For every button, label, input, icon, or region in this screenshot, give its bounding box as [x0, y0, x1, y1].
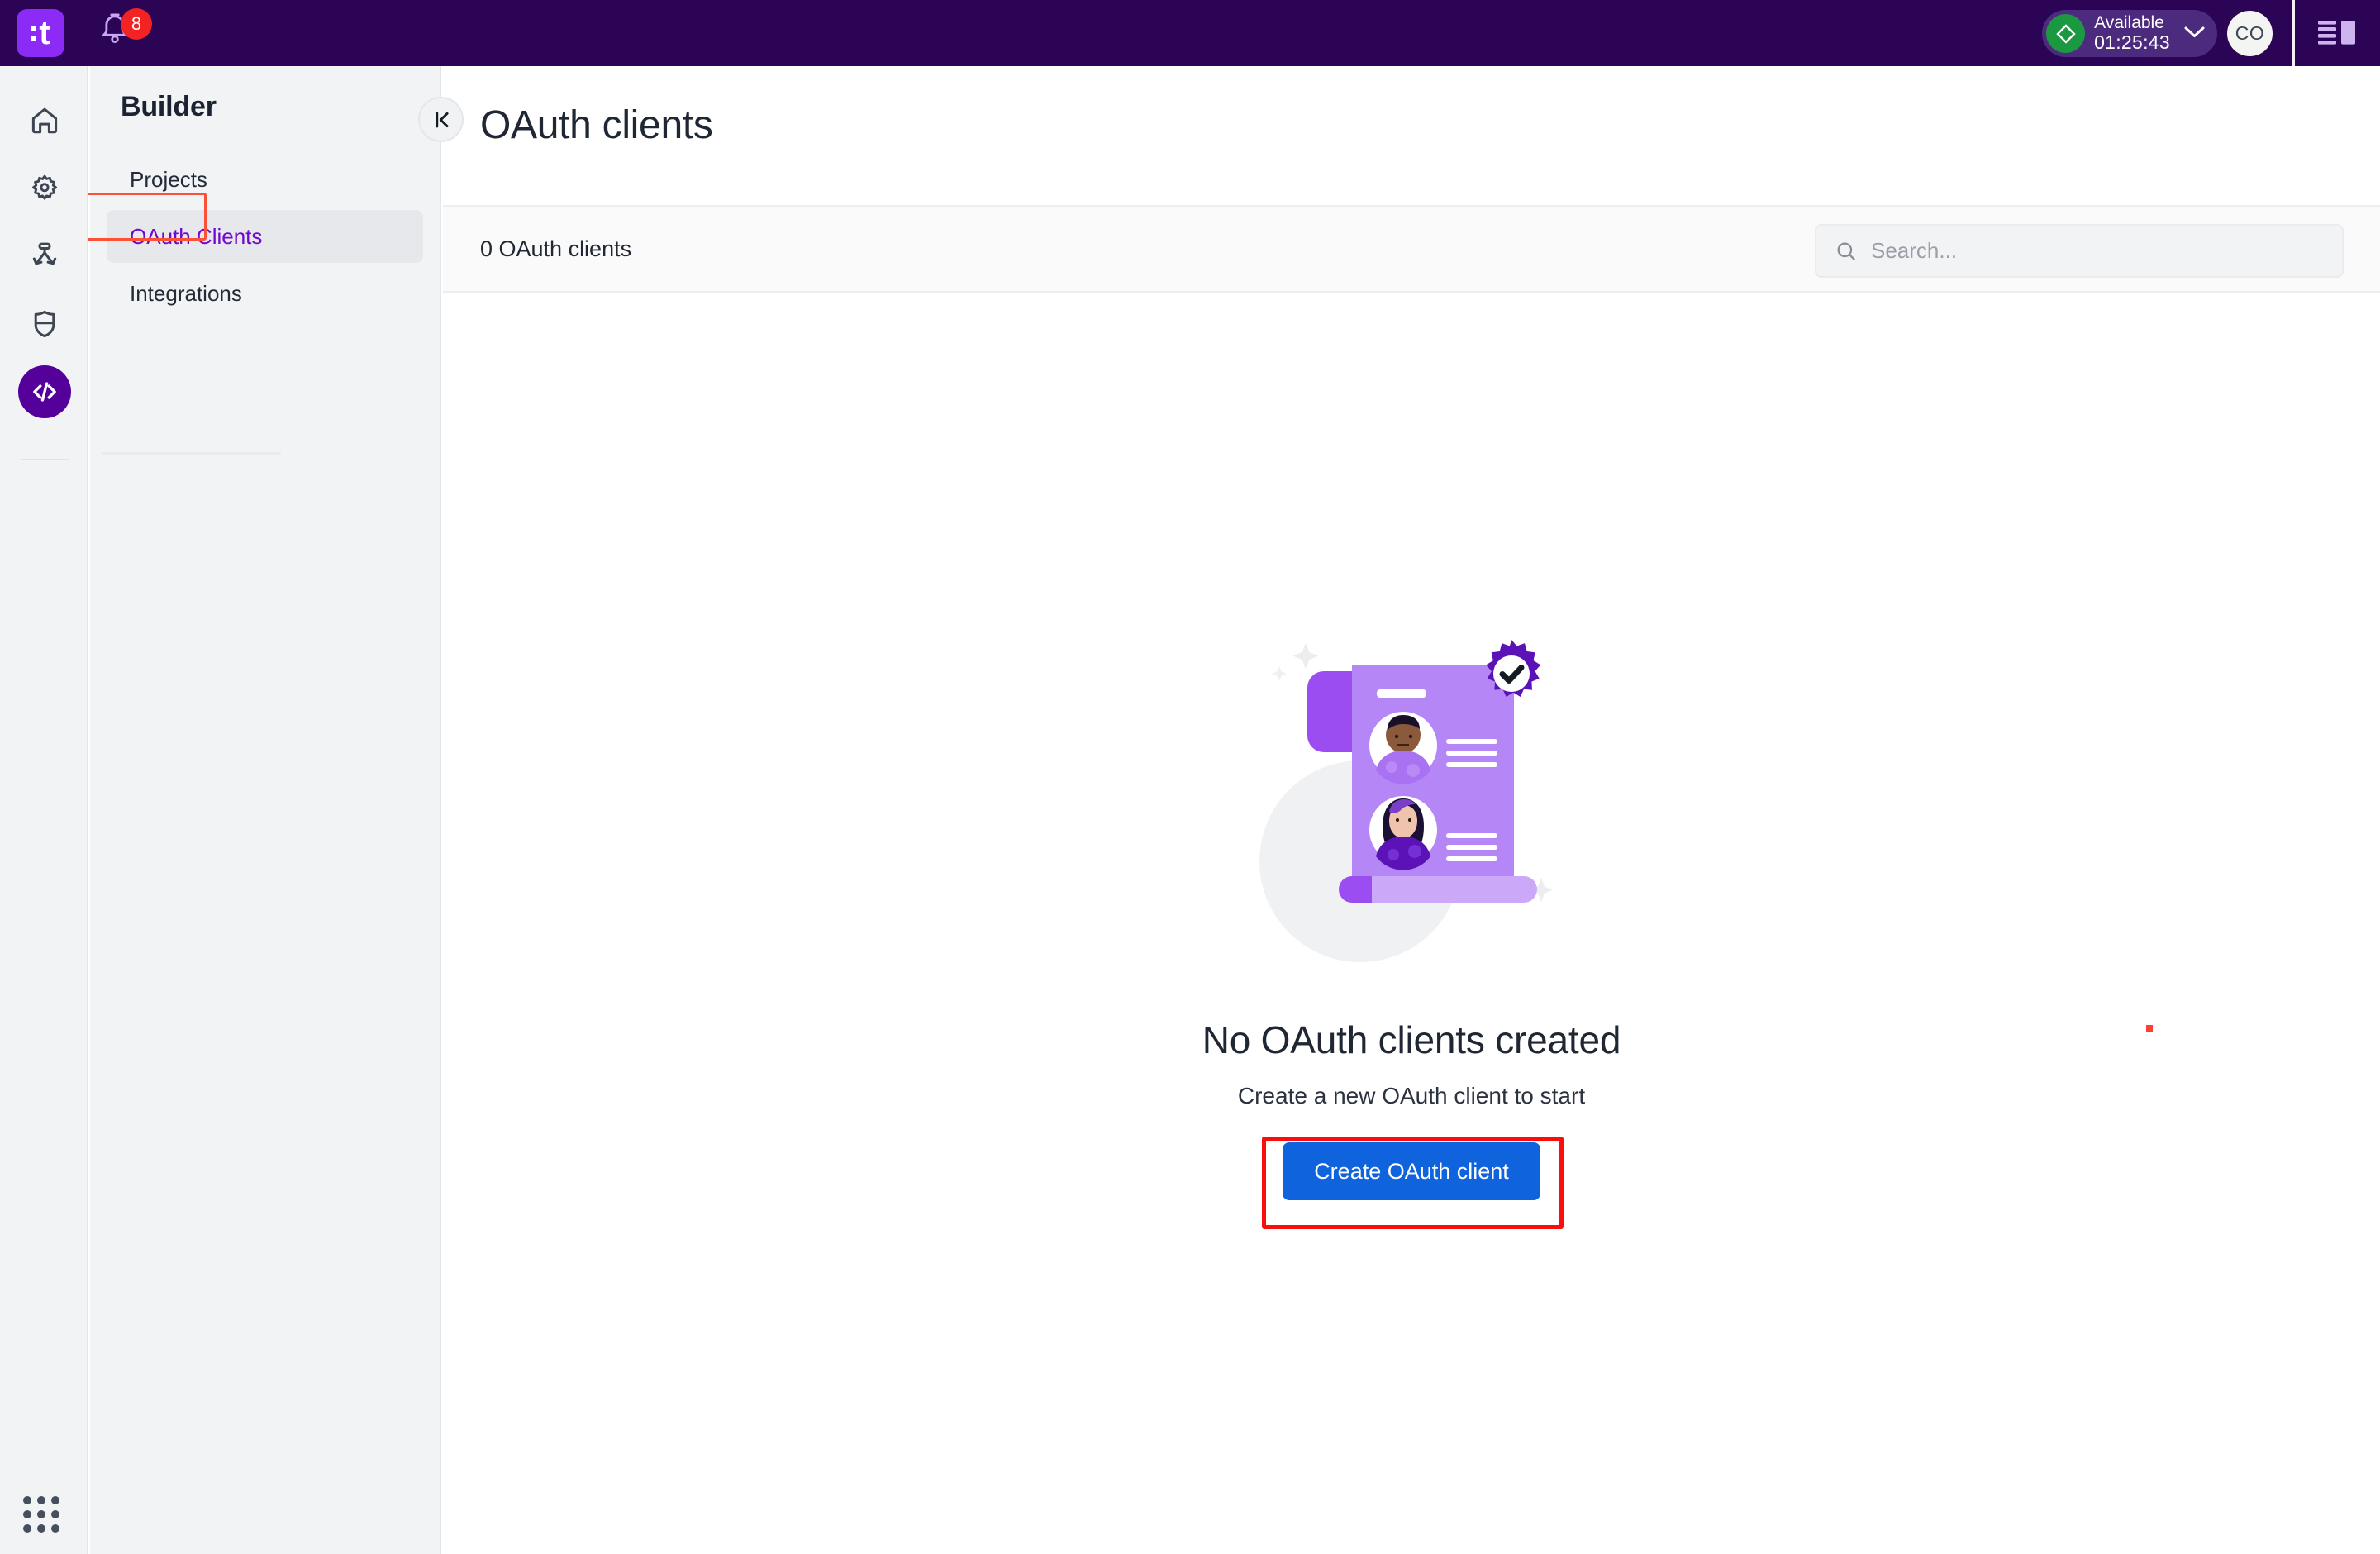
apps-grid-icon[interactable]: [23, 1496, 60, 1533]
cursor-marker: [2146, 1025, 2153, 1032]
diamond-available-icon: [2046, 14, 2086, 53]
user-avatar[interactable]: CO: [2227, 11, 2273, 56]
right-panel-icon[interactable]: [2317, 18, 2357, 48]
sidebar-nav-list: Projects OAuth Clients Integrations: [90, 153, 441, 324]
status-text-group: Available 01:25:43: [2094, 13, 2170, 54]
builder-sidebar: Builder Projects OAuth Clients Integrati…: [90, 66, 441, 1554]
rail-divider: [21, 459, 69, 460]
empty-state-subtitle: Create a new OAuth client to start: [1237, 1083, 1586, 1108]
sidebar-item-oauth-clients[interactable]: OAuth Clients: [107, 210, 423, 263]
sidebar-item-label: Projects: [130, 166, 207, 192]
notifications-button[interactable]: 8: [98, 8, 152, 55]
sidebar-item-security[interactable]: [18, 298, 71, 350]
status-timer: 01:25:43: [2094, 31, 2170, 54]
sidebar-title: Builder: [121, 91, 217, 122]
shield-icon: [34, 310, 55, 338]
sidebar-item-workflow[interactable]: [18, 230, 71, 283]
oauth-clients-empty-illustration: [1254, 613, 1568, 981]
content-toolbar: 0 OAuth clients: [443, 205, 2380, 293]
sidebar-item-label: OAuth Clients: [130, 223, 263, 249]
sidebar-item-integrations[interactable]: Integrations: [107, 267, 423, 320]
availability-status-pill[interactable]: Available 01:25:43: [2042, 10, 2217, 57]
primary-icon-rail: [0, 66, 88, 1554]
workflow-branch-icon: [32, 242, 57, 265]
notification-badge: 8: [121, 8, 152, 40]
header-divider: [2292, 0, 2295, 66]
code-brackets-icon: [33, 382, 56, 402]
logo-dots: [31, 25, 37, 41]
create-oauth-client-button[interactable]: Create OAuth client: [1283, 1142, 1540, 1200]
page-title: OAuth clients: [480, 103, 713, 147]
search-box[interactable]: [1815, 224, 2344, 278]
collapse-panel-icon: [435, 112, 449, 127]
home-icon: [31, 107, 58, 134]
oauth-client-count: 0 OAuth clients: [480, 236, 632, 261]
empty-state-title: No OAuth clients created: [1202, 1018, 1621, 1061]
sidebar-item-builder[interactable]: [18, 365, 71, 418]
tines-logo-icon[interactable]: t: [17, 9, 64, 57]
sidebar-item-settings[interactable]: [18, 162, 71, 215]
status-label: Available: [2094, 12, 2164, 32]
empty-state: No OAuth clients created Create a new OA…: [443, 293, 2380, 1554]
app-header: t 8 Available 01:25:43 CO: [0, 0, 2380, 66]
sidebar-divider: [102, 452, 281, 455]
logo-letter: t: [39, 15, 50, 51]
main-content: OAuth clients 0 OAuth clients Search... …: [443, 66, 2380, 1554]
sidebar-item-projects[interactable]: Projects: [107, 153, 423, 206]
sidebar-item-label: Integrations: [130, 280, 242, 306]
diamond-shape: [2055, 23, 2076, 44]
gear-icon: [31, 174, 58, 200]
sidebar-item-home[interactable]: [18, 94, 71, 147]
chevron-down-icon[interactable]: [2183, 25, 2206, 43]
collapse-sidebar-button[interactable]: [418, 97, 464, 142]
search-input[interactable]: [1871, 238, 2301, 264]
search-icon: [1837, 242, 1855, 260]
